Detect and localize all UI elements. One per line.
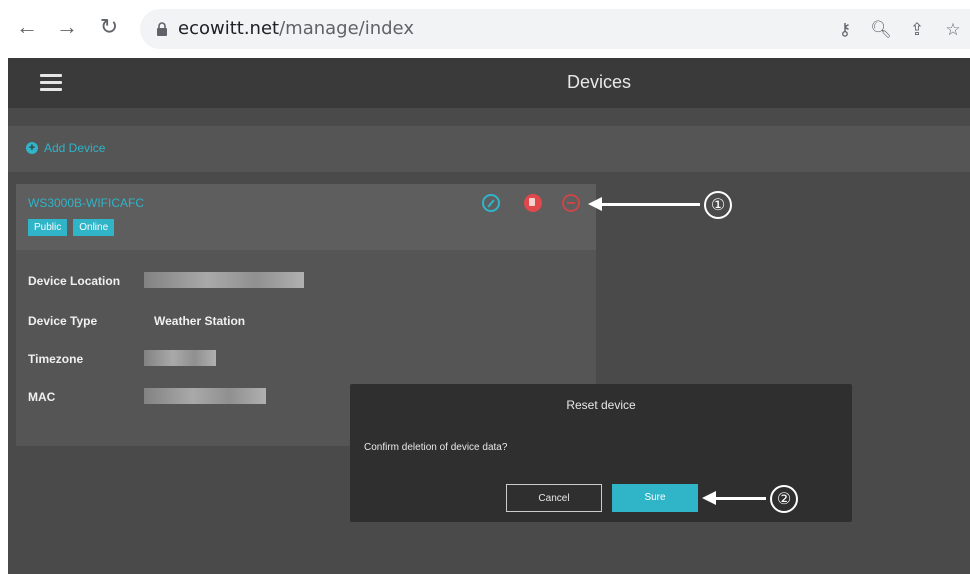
sure-button[interactable]: Sure [612, 484, 698, 512]
mac-label: MAC [28, 390, 56, 404]
location-value-redacted [144, 272, 304, 288]
dialog-message: Confirm deletion of device data? [364, 442, 508, 453]
device-toolbar: + Add Device [8, 126, 970, 172]
dialog-title: Reset device [566, 398, 636, 412]
app-header: Devices [8, 58, 970, 108]
app-container: Devices + Add Device WS3000B-WIFICAFC Pu… [8, 58, 970, 574]
mac-value-redacted [144, 388, 266, 404]
annotation-marker-1: ① [704, 191, 732, 219]
back-icon[interactable]: ← [14, 14, 40, 40]
lock-icon [157, 22, 167, 36]
location-label: Device Location [28, 274, 121, 288]
timezone-value-redacted [144, 350, 216, 366]
annotation-arrow-2 [712, 497, 766, 500]
zoom-icon[interactable]: 🔍︎ [870, 19, 892, 41]
device-name[interactable]: WS3000B-WIFICAFC [28, 196, 144, 210]
address-bar[interactable]: ecowitt.net/manage/index ⚷ 🔍︎ ⇪ ☆ [140, 9, 970, 49]
annotation-arrow-1 [598, 203, 700, 206]
add-device-button[interactable]: + Add Device [26, 141, 105, 155]
annotation-marker-2: ② [770, 485, 798, 513]
browser-toolbar: ← → ↻ ecowitt.net/manage/index ⚷ 🔍︎ ⇪ ☆ [0, 0, 970, 58]
reload-icon[interactable]: ↻ [96, 14, 122, 40]
plus-icon: + [26, 142, 38, 154]
share-icon[interactable]: ⇪ [906, 19, 928, 41]
online-badge: Online [73, 219, 115, 236]
device-card-header: WS3000B-WIFICAFC Public Online [16, 184, 596, 250]
add-device-label: Add Device [44, 141, 106, 155]
public-badge: Public [28, 219, 68, 236]
device-badges: Public Online [28, 219, 115, 236]
type-label: Device Type [28, 314, 98, 328]
reset-icon[interactable] [562, 194, 580, 212]
url-path: /manage/index [279, 18, 414, 39]
url-text: ecowitt.net/manage/index [178, 18, 414, 39]
key-icon[interactable]: ⚷ [834, 19, 856, 41]
type-value: Weather Station [154, 314, 246, 328]
edit-icon[interactable] [482, 194, 500, 212]
forward-icon[interactable]: → [54, 14, 80, 40]
bookmark-star-icon[interactable]: ☆ [942, 19, 964, 41]
page-title: Devices [566, 72, 632, 92]
timezone-label: Timezone [28, 352, 84, 366]
url-host: ecowitt.net [178, 18, 280, 39]
delete-icon[interactable] [524, 194, 542, 212]
cancel-button[interactable]: Cancel [506, 484, 602, 512]
